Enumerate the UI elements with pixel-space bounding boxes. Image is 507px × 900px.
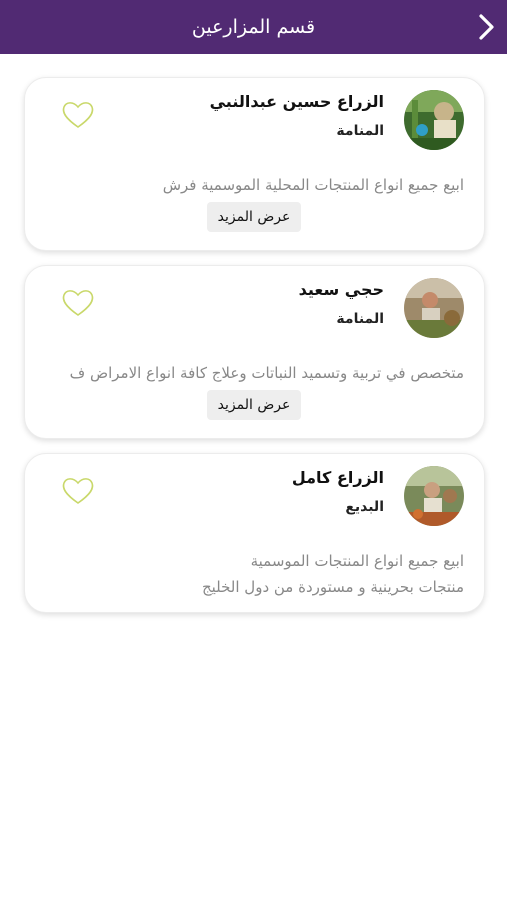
farmer-card[interactable]: الزراع حسين عبدالنبي المنامة ابيع جميع ا…	[24, 77, 485, 251]
app-header: قسم المزارعين	[0, 0, 507, 54]
avatar	[404, 278, 464, 338]
more-button[interactable]: عرض المزيد	[207, 202, 301, 232]
page-title: قسم المزارعين	[191, 16, 316, 38]
avatar	[404, 466, 464, 526]
farmer-description: ابيع جميع انواع المنتجات الموسمية	[250, 552, 464, 570]
farmer-name: الزراع حسين عبدالنبي	[209, 92, 384, 111]
farmer-description: ابيع جميع انواع المنتجات المحلية الموسمي…	[162, 176, 464, 194]
avatar	[404, 90, 464, 150]
farmer-name: حجي سعيد	[298, 280, 384, 299]
heart-icon[interactable]	[61, 100, 95, 130]
chevron-right-icon	[479, 14, 494, 40]
farmer-name: الزراع كامل	[291, 468, 384, 487]
back-button[interactable]	[471, 11, 501, 43]
farmer-location: البديع	[345, 499, 384, 515]
farmer-card[interactable]: حجي سعيد المنامة متخصص في تربية وتسميد ا…	[24, 265, 485, 439]
farmer-location: المنامة	[336, 311, 384, 327]
more-button[interactable]: عرض المزيد	[207, 390, 301, 420]
farmer-location: المنامة	[336, 123, 384, 139]
farmer-description: متخصص في تربية وتسميد النباتات وعلاج كاف…	[69, 364, 464, 382]
farmer-description: منتجات بحرينية و مستوردة من دول الخليج	[201, 578, 464, 596]
heart-icon[interactable]	[61, 476, 95, 506]
farmer-card[interactable]: الزراع كامل البديع ابيع جميع انواع المنت…	[24, 453, 485, 613]
heart-icon[interactable]	[61, 288, 95, 318]
